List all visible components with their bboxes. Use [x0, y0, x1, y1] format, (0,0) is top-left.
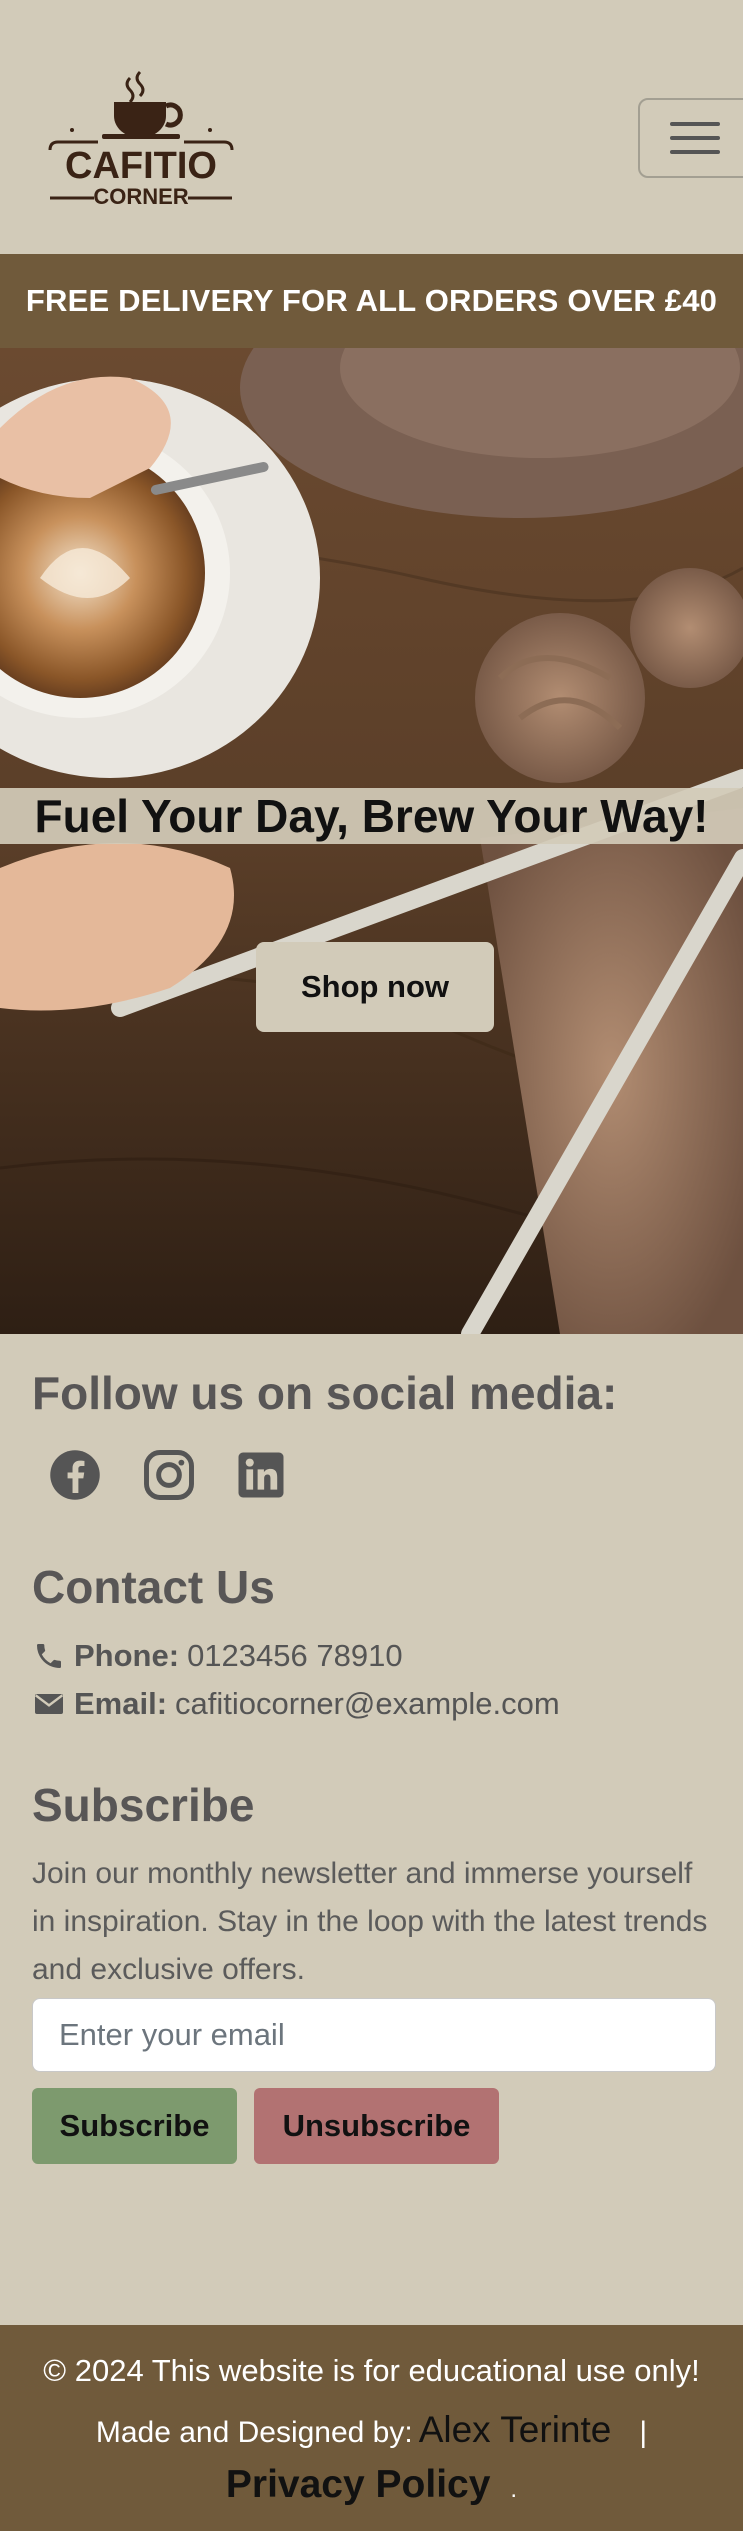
phone-label: Phone:	[74, 1638, 180, 1673]
menu-toggle-button[interactable]	[638, 98, 743, 178]
credits-line: Made and Designed by: Alex Terinte |	[0, 2409, 743, 2451]
phone-icon	[37, 1644, 61, 1668]
linkedin-icon[interactable]	[234, 1448, 288, 1502]
logo-top-text: CAFITIO	[65, 145, 217, 187]
copyright-text: © 2024 This website is for educational u…	[43, 2353, 700, 2388]
logo-bottom-text: CORNER	[93, 184, 188, 209]
promo-banner: FREE DELIVERY FOR ALL ORDERS OVER £40	[0, 254, 743, 348]
privacy-line: Privacy Policy.	[0, 2463, 743, 2507]
email-value[interactable]: cafitiocorner@example.com	[175, 1686, 560, 1722]
email-label: Email:	[74, 1686, 168, 1721]
unsubscribe-button[interactable]: Unsubscribe	[254, 2088, 499, 2164]
brand-logo[interactable]: CAFITIO CORNER	[32, 62, 250, 210]
facebook-icon[interactable]	[48, 1448, 102, 1502]
coffee-cup-logo-icon: CAFITIO CORNER	[48, 70, 234, 209]
contact-phone: Phone: 0123456 78910	[32, 1638, 403, 1674]
subscribe-description: Join our monthly newsletter and immerse …	[32, 1857, 708, 1986]
footer-separator: |	[639, 2416, 648, 2449]
instagram-icon[interactable]	[142, 1448, 196, 1502]
hero-section: Fuel Your Day, Brew Your Way! Shop now	[0, 348, 743, 1334]
social-heading: Follow us on social media:	[32, 1367, 618, 1419]
hero-title: Fuel Your Day, Brew Your Way!	[0, 788, 743, 844]
footer-dot: .	[510, 2476, 518, 2503]
envelope-icon	[34, 1694, 64, 1714]
made-by-label: Made and Designed by:	[95, 2416, 413, 2449]
site-footer: © 2024 This website is for educational u…	[0, 2325, 743, 2531]
shop-now-button[interactable]: Shop now	[256, 942, 494, 1032]
subscribe-button[interactable]: Subscribe	[32, 2088, 237, 2164]
contact-heading: Contact Us	[32, 1561, 275, 1613]
contact-email: Email: cafitiocorner@example.com	[32, 1686, 560, 1722]
phone-value: 0123456 78910	[187, 1638, 403, 1673]
author-link[interactable]: Alex Terinte	[419, 2409, 612, 2450]
privacy-policy-link[interactable]: Privacy Policy	[226, 2463, 491, 2506]
subscribe-email-input[interactable]	[32, 1998, 716, 2072]
subscribe-heading: Subscribe	[32, 1779, 255, 1831]
site-header: CAFITIO CORNER	[0, 0, 743, 254]
